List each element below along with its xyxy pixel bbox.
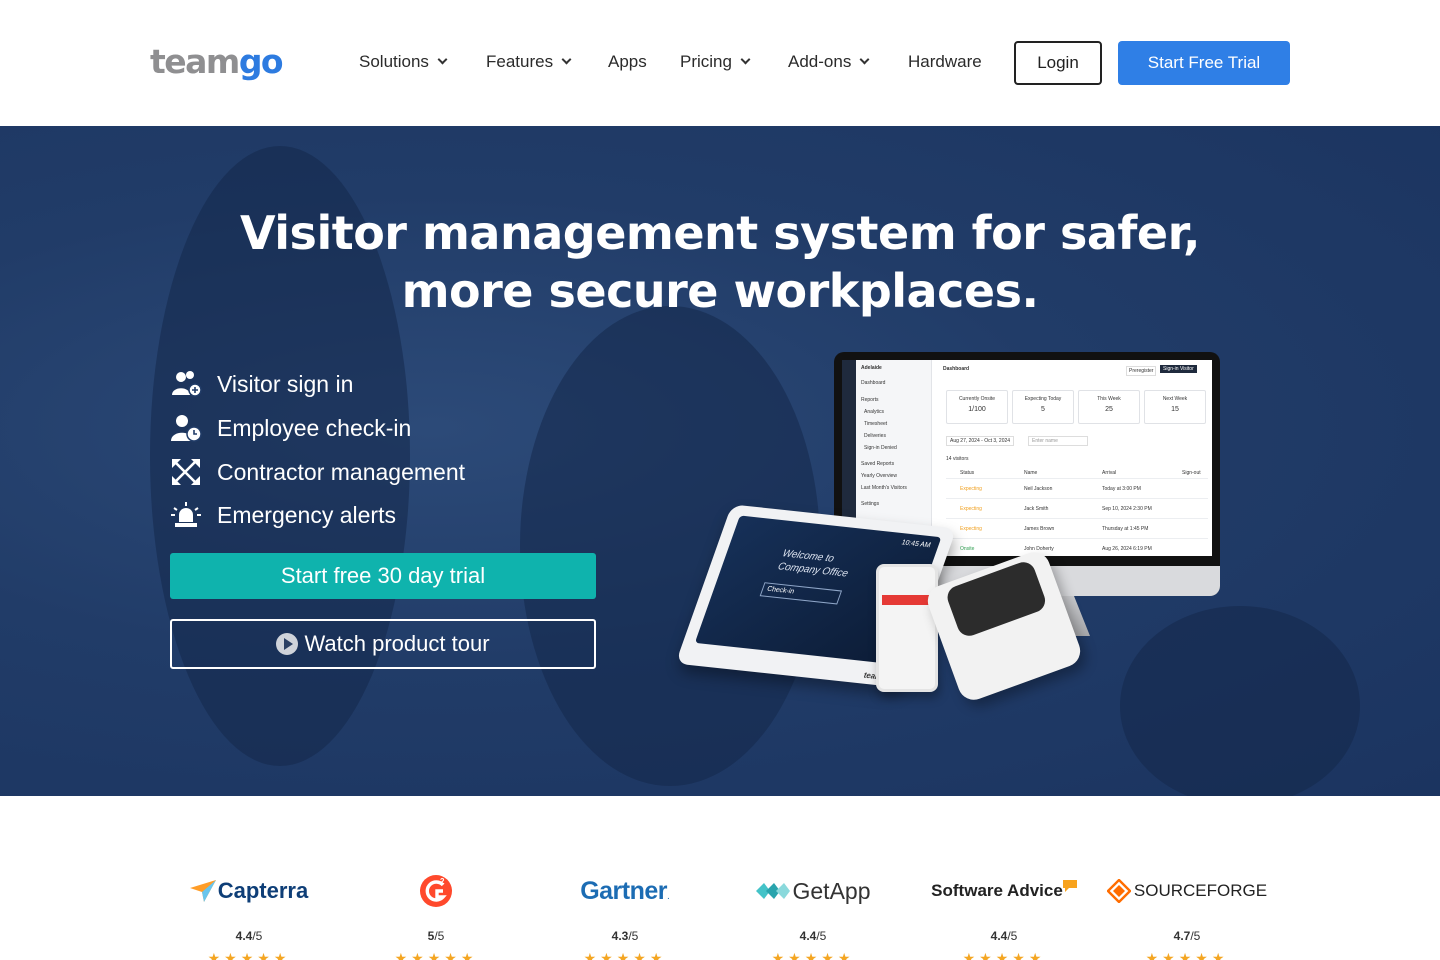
star-rating: ★★★★★ [771, 951, 855, 960]
chevron-down-icon [437, 54, 448, 65]
stat-tile: Expecting Today 5 [1012, 390, 1074, 424]
getapp-logo: GetApp [723, 874, 903, 908]
nav-pricing[interactable]: Pricing [680, 49, 751, 75]
feature-item: Employee check-in [170, 413, 411, 443]
star-rating: ★★★★★ [1145, 951, 1229, 960]
g2-logo-icon: 2 [420, 875, 452, 907]
chevron-down-icon [740, 54, 751, 65]
star-rating: ★★★★★ [962, 951, 1046, 960]
getapp-chevrons-icon [755, 883, 790, 899]
capterra-logo: Capterra [159, 874, 339, 908]
expand-arrows-icon [172, 459, 200, 485]
sourceforge-logo: SOURCEFORGE [1097, 874, 1277, 908]
table-divider [946, 518, 1208, 519]
star-rating: ★★★★★ [394, 951, 478, 960]
capterra-arrow-icon [189, 880, 216, 902]
rating-score: 4.7/5 [1173, 929, 1201, 943]
phone-header-bar [882, 595, 932, 605]
feature-item: Visitor sign in [170, 369, 353, 399]
svg-text:2: 2 [440, 877, 445, 886]
nav-solutions[interactable]: Solutions [359, 49, 448, 75]
login-button[interactable]: Login [1014, 41, 1102, 85]
hero-section: Visitor management system for safer, mor… [0, 126, 1440, 796]
g2-logo: 2 G2 [346, 874, 526, 908]
software-advice-logo: Software Advice [914, 874, 1094, 908]
watch-product-tour-button[interactable]: Watch product tour [170, 619, 596, 669]
star-rating: ★★★★★ [583, 951, 667, 960]
feature-item: Contractor management [170, 457, 465, 487]
users-plus-icon [172, 371, 202, 397]
sourceforge-diamond-icon [1106, 879, 1131, 903]
stat-tile: Currently Onsite 1/100 [946, 390, 1008, 424]
stat-tile: This Week 25 [1078, 390, 1140, 424]
alarm-light-icon [171, 502, 201, 527]
nav-features[interactable]: Features [486, 49, 572, 75]
teamgo-logo[interactable]: teamgo [150, 42, 284, 82]
rating-score: 4.4/5 [799, 929, 827, 943]
start-free-trial-button[interactable]: Start Free Trial [1118, 41, 1290, 85]
feature-item: Emergency alerts [170, 500, 396, 530]
background-plant-silhouette [1120, 606, 1360, 796]
rating-score: 4.4/5 [235, 929, 263, 943]
rating-score: 5/5 [427, 929, 445, 943]
speech-bubble-icon [1062, 880, 1077, 892]
rating-score: 4.4/5 [990, 929, 1018, 943]
gartner-logo: Gartner. [580, 876, 670, 905]
table-divider [946, 478, 1208, 479]
nav-add-ons[interactable]: Add-ons [788, 49, 870, 75]
nav-apps[interactable]: Apps [608, 49, 647, 75]
site-header: teamgo Solutions Features Apps Pricing A… [0, 0, 1440, 126]
play-icon [276, 633, 299, 655]
phone-mockup [876, 564, 938, 692]
table-divider [946, 498, 1208, 499]
rating-score: 4.3/5 [611, 929, 639, 943]
chevron-down-icon [859, 54, 870, 65]
stat-tile: Next Week 15 [1144, 390, 1206, 424]
table-divider [946, 538, 1208, 539]
chevron-down-icon [561, 54, 572, 65]
start-free-trial-cta[interactable]: Start free 30 day trial [170, 553, 596, 599]
review-ratings-strip: Capterra 4.4/5 ★★★★★ 2 G2 5/5 ★★★★★ Gart… [0, 796, 1440, 960]
user-clock-icon [171, 415, 202, 442]
hero-title: Visitor management system for safer, mor… [240, 206, 1201, 318]
nav-hardware[interactable]: Hardware [908, 49, 982, 75]
star-rating: ★★★★★ [207, 951, 291, 960]
